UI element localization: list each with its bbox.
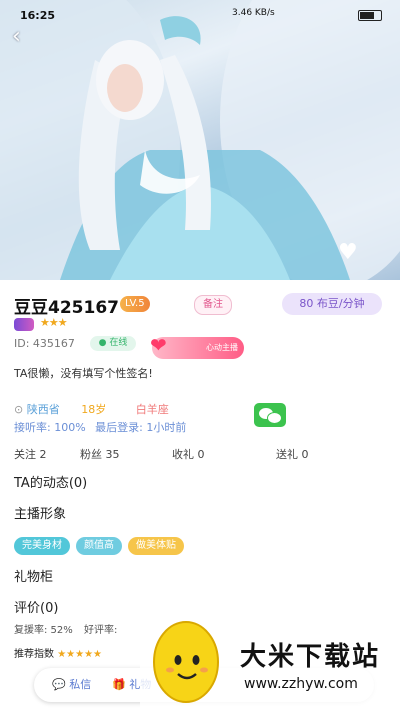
network-speed: 3.46 KB/s <box>232 8 275 18</box>
online-label: 在线 <box>109 338 128 348</box>
stat-value: 35 <box>105 448 120 461</box>
praise-rate: 好评率: <box>83 625 118 636</box>
reviews-title[interactable]: 评价(0) <box>14 597 58 616</box>
basic-info: ⊙ 陕西省 18岁 白羊座 <box>14 401 169 417</box>
watermark-url: www.zzhyw.com <box>244 676 358 692</box>
dynamics-section-title[interactable]: TA的动态(0) <box>14 472 87 491</box>
activity-info: 接听率: 100% 最后登录: 1小时前 <box>14 419 186 435</box>
heart-icon[interactable]: ♥ <box>338 240 358 265</box>
stat-label: 关注 <box>14 448 36 461</box>
battery-icon <box>358 10 382 21</box>
stat-fans[interactable]: 粉丝 35 <box>80 446 172 462</box>
signature-text: TA很懒，没有填写个性签名! <box>14 367 153 380</box>
stat-label: 收礼 <box>172 448 194 461</box>
recommend-label: 推荐指数 <box>14 649 54 660</box>
reply-rate: 复援率: 52% <box>14 625 73 636</box>
answer-rate: 接听率: 100% <box>14 421 86 434</box>
level-badge: LV.5 <box>120 296 150 312</box>
stat-value: 2 <box>39 448 47 461</box>
message-button[interactable]: 💬 私信 <box>52 676 91 692</box>
wechat-icon[interactable] <box>254 403 286 427</box>
stats-row: 关注 2 粉丝 35 收礼 0 送礼 0 <box>14 446 394 462</box>
heart-medal-icon: ❤ <box>150 333 167 357</box>
call-price-button[interactable]: 80 布豆/分钟 <box>282 293 382 315</box>
stat-gifts-received[interactable]: 收礼 0 <box>172 446 276 462</box>
stat-gifts-sent[interactable]: 送礼 0 <box>276 446 309 462</box>
tag-item: 做美体贴 <box>128 537 184 555</box>
tag-item: 完美身材 <box>14 537 70 555</box>
zodiac: 白羊座 <box>135 403 169 416</box>
tag-list: 完美身材 颜值高 做美体贴 <box>14 533 190 555</box>
recommend-stars: ★★★★★ <box>57 649 103 660</box>
recommend-index: 推荐指数 ★★★★★ <box>14 645 102 660</box>
remark-button[interactable]: 备注 <box>194 295 232 315</box>
user-id: ID: 435167 <box>14 337 75 350</box>
profile-name: 豆豆425167 <box>14 298 119 318</box>
chat-icon: 💬 <box>52 678 66 691</box>
message-label: 私信 <box>69 678 92 691</box>
age: 18岁 <box>81 403 107 416</box>
tag-item: 颜值高 <box>76 537 122 555</box>
online-status-badge: ● 在线 <box>90 336 136 351</box>
last-login: 最后登录: 1小时前 <box>95 421 187 434</box>
egg-mascot-logo <box>153 621 219 703</box>
image-section-title: 主播形象 <box>14 507 67 522</box>
medal-badge: ❤ 心动主播 <box>150 333 244 359</box>
cover-illustration <box>0 0 400 280</box>
stat-value: 0 <box>301 448 309 461</box>
status-time: 16:25 <box>20 9 56 22</box>
rating-stars: ★★★ <box>40 316 68 329</box>
stat-value: 0 <box>197 448 205 461</box>
watermark-title: 大米下载站 <box>240 642 381 672</box>
gift-cabinet-title[interactable]: 礼物柜 <box>14 566 53 585</box>
back-arrow-icon[interactable]: ‹ <box>12 24 21 49</box>
location-icon: ⊙ <box>14 403 24 416</box>
profile-cover-photo <box>0 0 400 280</box>
stat-label: 送礼 <box>276 448 298 461</box>
province: 陕西省 <box>26 403 60 416</box>
gift-icon: 🎁 <box>112 678 126 691</box>
review-stats: 复援率: 52% 好评率: <box>14 621 117 636</box>
stat-following[interactable]: 关注 2 <box>14 446 80 462</box>
crown-icon <box>14 318 34 331</box>
stat-label: 粉丝 <box>80 448 102 461</box>
medal-label: 心动主播 <box>206 343 238 352</box>
status-bar: 16:25 3.46 KB/s <box>0 0 400 24</box>
